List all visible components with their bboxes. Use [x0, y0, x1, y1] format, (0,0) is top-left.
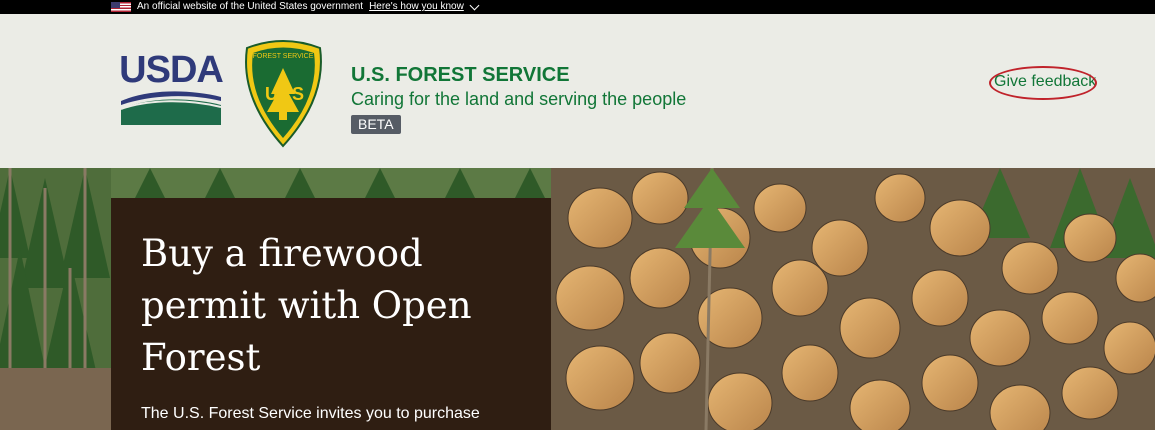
hero-section: Buy a firewood permit with Open Forest T…: [0, 168, 1155, 430]
svg-text:U: U: [265, 84, 278, 104]
agency-title[interactable]: U.S. FOREST SERVICE: [351, 63, 570, 87]
svg-text:FOREST SERVICE: FOREST SERVICE: [253, 53, 314, 60]
site-header: USDA U S FOREST SERVICE U.S. FOREST SERV…: [0, 14, 1155, 168]
hero-body-text: The U.S. Forest Service invites you to p…: [141, 405, 480, 422]
agency-tagline: Caring for the land and serving the peop…: [351, 89, 687, 109]
hero-panel: Buy a firewood permit with Open Forest T…: [111, 198, 551, 430]
forest-service-shield-logo[interactable]: U S FOREST SERVICE: [241, 38, 326, 148]
beta-badge: BETA: [351, 115, 401, 134]
gov-banner-content: An official website of the United States…: [111, 0, 480, 14]
chevron-down-icon: [469, 0, 480, 10]
usda-logo-graphic: [120, 91, 222, 125]
svg-text:S: S: [292, 84, 304, 104]
usda-logo-text: USDA: [119, 49, 224, 91]
us-flag-icon: [111, 2, 131, 12]
heres-how-you-know-button[interactable]: Here's how you know: [369, 0, 480, 14]
gov-banner-text: An official website of the United States…: [137, 1, 364, 12]
gov-banner: An official website of the United States…: [0, 0, 1155, 14]
usda-logo[interactable]: USDA: [119, 49, 224, 125]
give-feedback-link[interactable]: Give feedback: [994, 71, 1096, 93]
hero-title: Buy a firewood permit with Open Forest: [141, 232, 472, 379]
heres-how-you-know-label: Here's how you know: [369, 1, 464, 12]
